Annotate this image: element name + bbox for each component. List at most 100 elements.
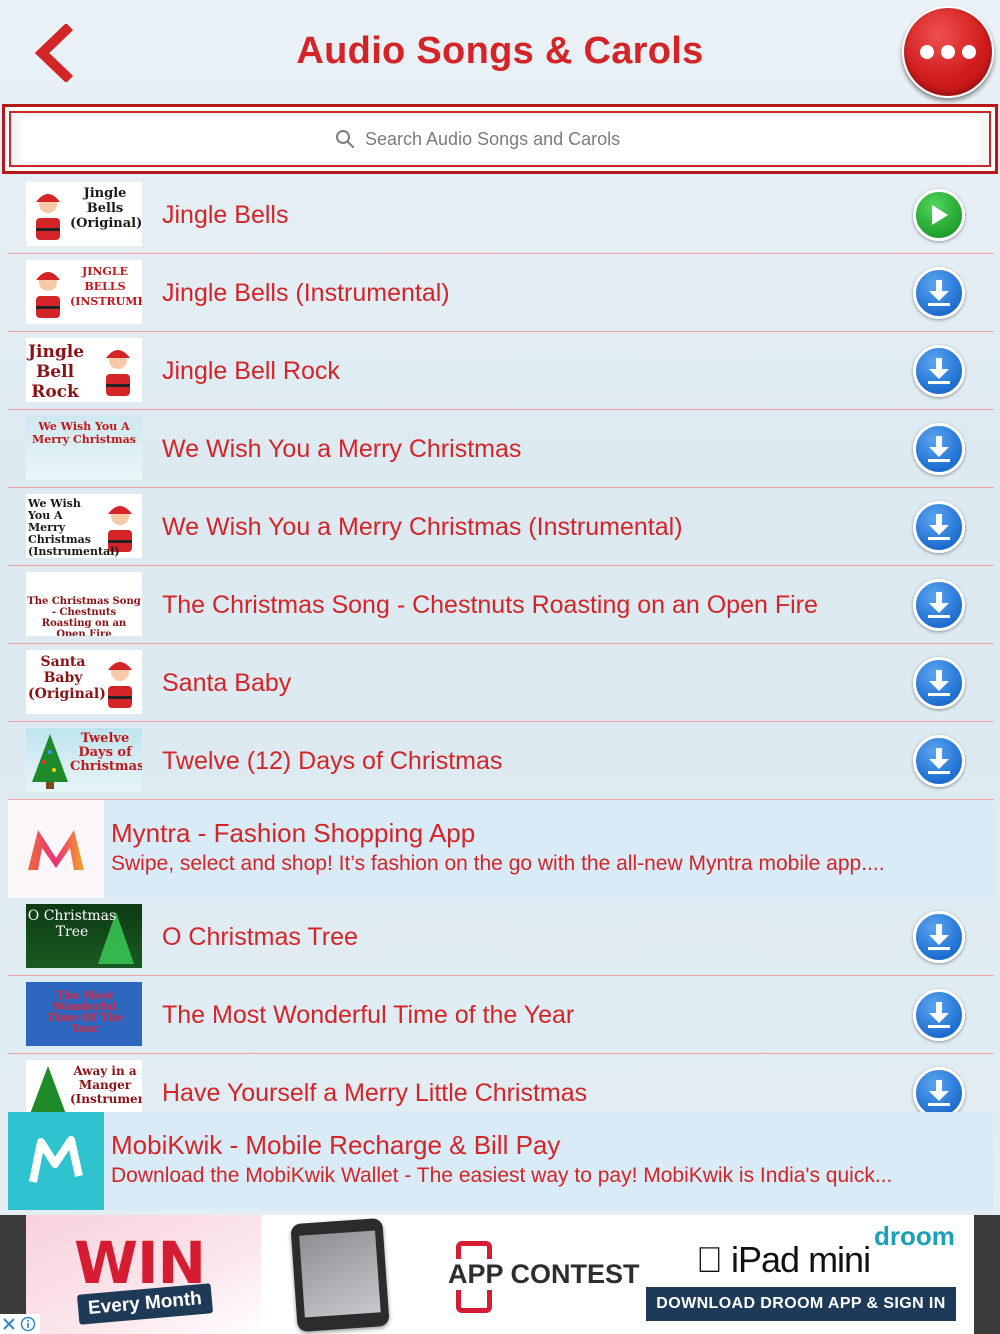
thumbnail-text: JINGLE BELLS (INSTRUMENTAL) xyxy=(70,265,142,308)
banner-ad[interactable]: WIN Every Month APP CONTEST  iPad mini … xyxy=(0,1215,1000,1334)
download-icon xyxy=(928,1080,950,1106)
banner-cta-button[interactable]: DOWNLOAD DROOM APP & SIGN IN xyxy=(646,1287,956,1321)
download-icon xyxy=(928,748,950,774)
banner-contest-text: APP CONTEST xyxy=(446,1259,642,1290)
more-options-button[interactable] xyxy=(902,6,994,98)
thumbnail-text: Jingle Bell Rock xyxy=(28,342,85,402)
ipad-screen xyxy=(299,1230,381,1318)
download-button[interactable] xyxy=(913,267,965,319)
thumbnail-text: The Most Wonderful Time Of The Year xyxy=(46,989,124,1035)
song-thumbnail: Away in a Manger (Instrumental) xyxy=(26,1060,142,1118)
song-row[interactable]: Twelve Days of Christmas Twelve (12) Day… xyxy=(8,722,994,800)
thumbnail-text: Away in a Manger (Instrumental) xyxy=(70,1064,142,1106)
download-icon xyxy=(928,358,950,384)
santa-icon xyxy=(106,350,130,396)
song-title: We Wish You a Merry Christmas (Instrumen… xyxy=(162,512,683,541)
droom-logo: droom xyxy=(874,1221,955,1251)
christmas-tree-icon xyxy=(32,734,68,789)
santa-icon xyxy=(36,194,60,240)
download-button[interactable] xyxy=(913,501,965,553)
santa-icon xyxy=(108,662,132,708)
ad-description: Swipe, select and shop! It’s fashion on … xyxy=(111,852,885,875)
ellipsis-dot xyxy=(962,45,976,59)
santa-icon xyxy=(36,272,60,318)
download-icon xyxy=(928,436,950,462)
thumbnail-text: We Wish You A Merry Christmas xyxy=(32,420,136,446)
banner-product-label: iPad mini xyxy=(696,1239,871,1280)
song-thumbnail: The Most Wonderful Time Of The Year xyxy=(26,982,142,1046)
song-thumbnail: The Christmas Song - Chestnuts Roasting … xyxy=(26,572,142,636)
song-title: Jingle Bells (Instrumental) xyxy=(162,278,450,307)
song-row[interactable]: JINGLE BELLS (INSTRUMENTAL) Jingle Bells… xyxy=(8,254,994,332)
download-icon xyxy=(928,1002,950,1028)
ad-title: Myntra - Fashion Shopping App xyxy=(111,818,476,848)
song-row[interactable]: We Wish You A Merry Christmas (Instrumen… xyxy=(8,488,994,566)
song-thumbnail: O Christmas Tree xyxy=(26,904,142,968)
song-title: The Most Wonderful Time of the Year xyxy=(162,1000,575,1029)
song-row[interactable]: The Most Wonderful Time Of The Year The … xyxy=(8,976,994,1054)
search-bar-inner xyxy=(9,111,991,167)
page-title: Audio Songs & Carols xyxy=(296,30,704,72)
header: Audio Songs & Carols xyxy=(0,0,1000,104)
download-button[interactable] xyxy=(913,911,965,963)
song-row[interactable]: Jingle Bell Rock Jingle Bell Rock xyxy=(8,332,994,410)
song-title: The Christmas Song - Chestnuts Roasting … xyxy=(162,590,818,619)
download-button[interactable] xyxy=(913,735,965,787)
ad-mobikwik[interactable]: MobiKwik - Mobile Recharge & Bill Pay Do… xyxy=(8,1112,994,1210)
close-icon xyxy=(3,1318,15,1330)
ellipsis-dot xyxy=(941,45,955,59)
win-section: WIN Every Month xyxy=(26,1215,261,1334)
download-button[interactable] xyxy=(913,423,965,475)
song-title: Jingle Bell Rock xyxy=(162,356,340,385)
song-thumbnail: Santa Baby (Original) xyxy=(26,650,142,714)
song-row[interactable]: The Christmas Song - Chestnuts Roasting … xyxy=(8,566,994,644)
play-button[interactable] xyxy=(913,189,965,241)
song-title: Jingle Bells xyxy=(162,200,289,229)
thumbnail-text: We Wish You A Merry Christmas (Instrumen… xyxy=(28,497,120,558)
banner-product-text:  iPad mini xyxy=(696,1239,871,1281)
search-field-container[interactable] xyxy=(20,117,980,161)
song-row[interactable]: O Christmas Tree O Christmas Tree xyxy=(8,898,994,976)
ad-choices-button[interactable] xyxy=(0,1314,40,1334)
download-button[interactable] xyxy=(913,345,965,397)
ellipsis-icon xyxy=(920,45,934,59)
search-bar xyxy=(2,104,998,174)
ad-title: MobiKwik - Mobile Recharge & Bill Pay xyxy=(111,1130,561,1160)
song-thumbnail: We Wish You A Merry Christmas (Instrumen… xyxy=(26,494,142,558)
download-button[interactable] xyxy=(913,989,965,1041)
banner-ad-content: WIN Every Month APP CONTEST  iPad mini … xyxy=(26,1215,974,1334)
song-title: Santa Baby xyxy=(162,668,292,697)
info-icon xyxy=(20,1316,36,1332)
ad-description: Download the MobiKwik Wallet - The easie… xyxy=(111,1164,893,1187)
song-thumbnail: JINGLE BELLS (INSTRUMENTAL) xyxy=(26,260,142,324)
apple-icon:  xyxy=(696,1239,723,1280)
search-icon xyxy=(336,130,354,148)
song-row[interactable]: We Wish You A Merry Christmas We Wish Yo… xyxy=(8,410,994,488)
download-icon xyxy=(928,280,950,306)
thumbnail-text: Twelve Days of Christmas xyxy=(70,731,142,774)
song-row[interactable]: Jingle Bells (Original) Jingle Bells xyxy=(8,176,994,254)
song-row[interactable]: Santa Baby (Original) Santa Baby xyxy=(8,644,994,722)
song-title: We Wish You a Merry Christmas xyxy=(162,434,522,463)
thumbnail-text: The Christmas Song - Chestnuts Roasting … xyxy=(27,596,141,636)
song-thumbnail: Jingle Bell Rock xyxy=(26,338,142,402)
download-icon xyxy=(928,514,950,540)
myntra-logo-icon xyxy=(8,800,104,898)
search-input[interactable] xyxy=(365,128,665,150)
ad-myntra[interactable]: Myntra - Fashion Shopping App Swipe, sel… xyxy=(8,800,994,898)
song-thumbnail: We Wish You A Merry Christmas xyxy=(26,416,142,480)
download-icon xyxy=(928,592,950,618)
thumbnail-text: Jingle Bells (Original) xyxy=(70,186,142,231)
song-title: Twelve (12) Days of Christmas xyxy=(162,746,503,775)
download-button[interactable] xyxy=(913,657,965,709)
mobikwik-logo-icon xyxy=(8,1112,104,1210)
song-thumbnail: Twelve Days of Christmas xyxy=(26,728,142,792)
thumbnail-text: O Christmas Tree xyxy=(27,908,117,940)
download-icon xyxy=(928,670,950,696)
play-icon xyxy=(932,205,948,225)
christmas-tree-icon xyxy=(30,1066,66,1114)
download-button[interactable] xyxy=(913,579,965,631)
thumbnail-text: Santa Baby (Original) xyxy=(28,654,106,702)
song-title: O Christmas Tree xyxy=(162,922,358,951)
ipad-image xyxy=(290,1217,390,1333)
